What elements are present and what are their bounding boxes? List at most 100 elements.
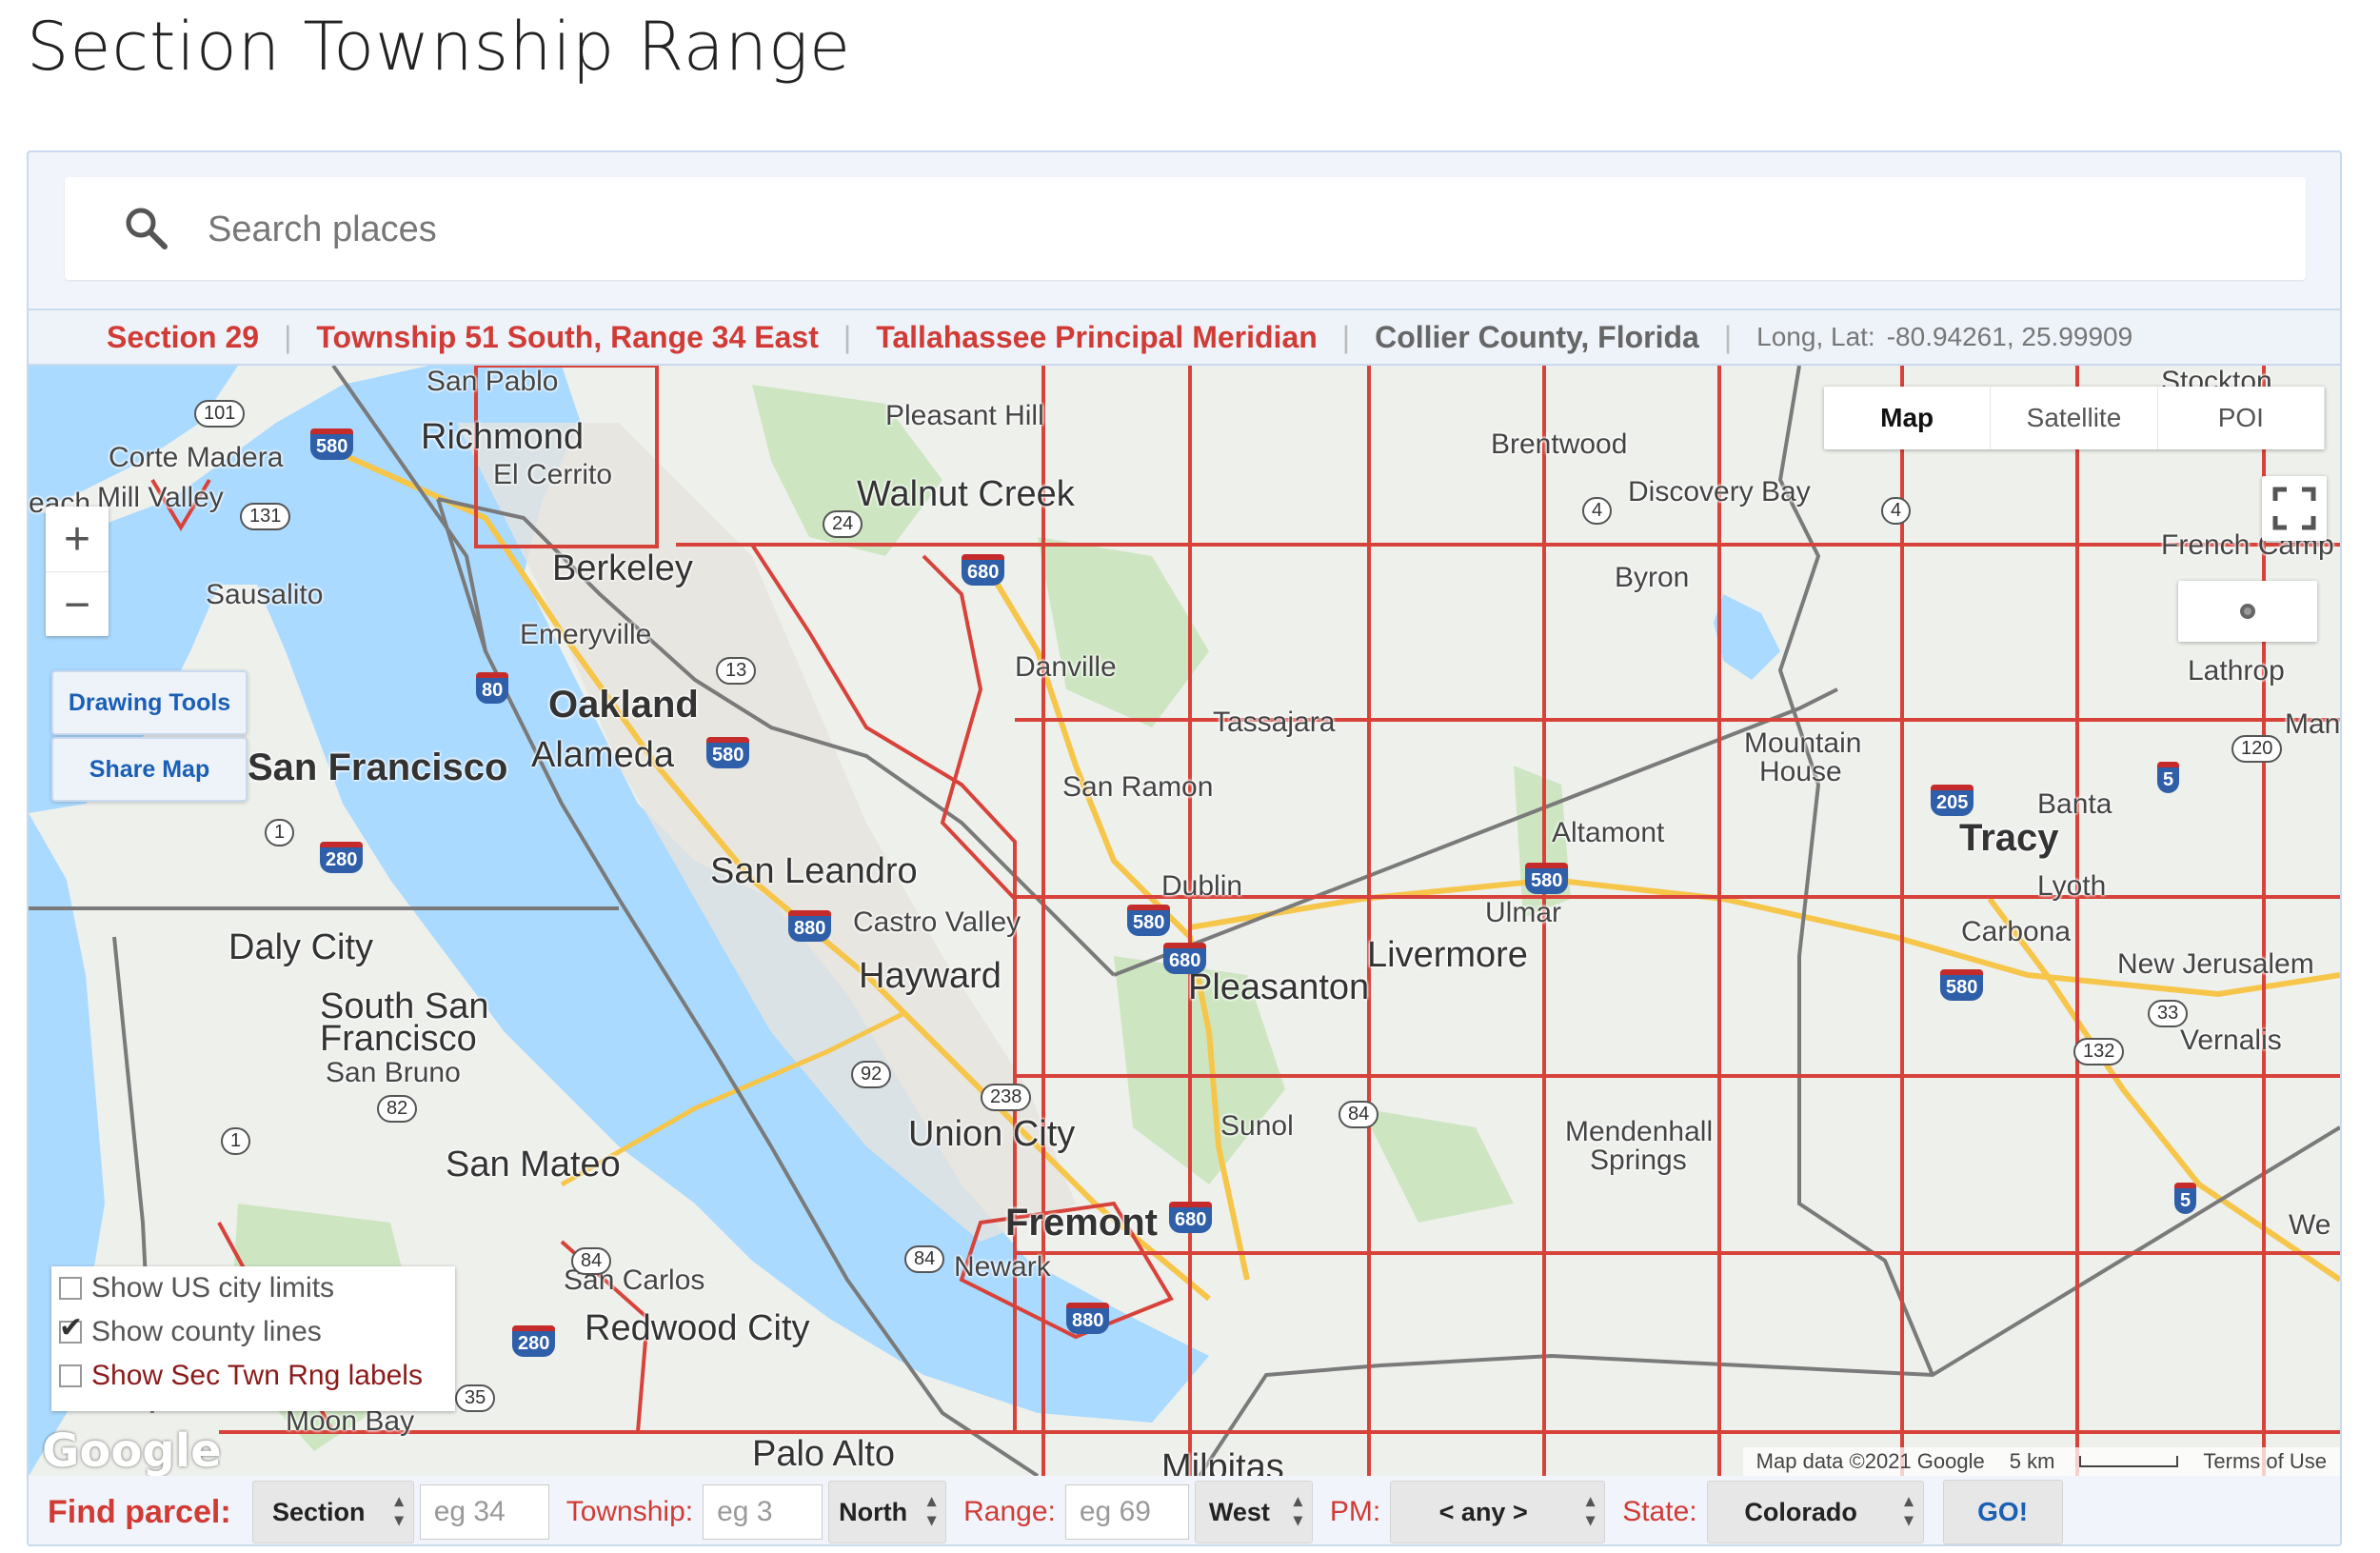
interstate-shield: 580	[1525, 863, 1569, 894]
interstate-shield: 580	[706, 737, 750, 768]
map-panel: Section 29 | Township 51 South, Range 34…	[27, 150, 2342, 1546]
map-type-map-button[interactable]: Map	[1824, 387, 1992, 449]
north-south-select[interactable]: North	[828, 1481, 947, 1543]
route-marker: 33	[2148, 1000, 2189, 1027]
route-marker: 84	[904, 1245, 945, 1273]
interstate-shield: 280	[320, 842, 364, 873]
place-label: Walnut Creek	[857, 474, 1075, 514]
place-label: Francisco	[320, 1019, 477, 1059]
search-box	[65, 177, 2306, 280]
route-marker: 132	[2073, 1038, 2125, 1065]
place-label: Castro Valley	[853, 906, 1021, 938]
route-marker: 4	[1881, 497, 1912, 525]
city-limits-toggle[interactable]: Show US city limits	[51, 1266, 455, 1310]
drawing-tools-button[interactable]: Drawing Tools	[51, 670, 248, 735]
place-label: Lyoth	[2037, 870, 2107, 902]
route-marker: 13	[716, 657, 757, 685]
route-marker: 1	[265, 819, 295, 846]
place-label: Newark	[954, 1251, 1051, 1283]
place-label: Richmond	[421, 417, 585, 457]
route-marker: 24	[823, 510, 863, 538]
fullscreen-icon	[2272, 487, 2316, 530]
go-button[interactable]: GO!	[1942, 1480, 2063, 1544]
place-label: San Leandro	[710, 851, 918, 891]
place-label: San Pablo	[426, 366, 559, 397]
place-label: Danville	[1015, 651, 1117, 683]
search-input[interactable]	[206, 198, 1923, 261]
section-select[interactable]: Section	[251, 1481, 414, 1543]
place-label: Brentwood	[1491, 428, 1628, 460]
interstate-shield: 580	[1940, 969, 1984, 1001]
route-marker: 120	[2231, 735, 2283, 763]
place-label: House	[1759, 756, 1842, 787]
section-input[interactable]: eg 34	[419, 1484, 549, 1540]
share-map-button[interactable]: Share Map	[51, 737, 248, 802]
interstate-shield: 880	[788, 910, 832, 942]
coords-value: -80.94261, 25.99909	[1886, 322, 2133, 351]
fullscreen-button[interactable]	[2262, 476, 2327, 541]
place-label: Fremont	[1005, 1202, 1158, 1244]
route-marker: 35	[455, 1384, 496, 1412]
place-label: Tassajara	[1213, 707, 1336, 738]
state-select[interactable]: Colorado	[1706, 1481, 1924, 1543]
separator: |	[1723, 319, 1733, 354]
place-label: Alameda	[531, 735, 674, 775]
find-parcel-bar: Find parcel: Section eg 34 Township: eg …	[29, 1478, 2340, 1546]
place-label: Milpitas	[1161, 1447, 1284, 1476]
str-labels-toggle[interactable]: Show Sec Twn Rng labels	[51, 1354, 455, 1398]
interstate-shield: 680	[1163, 943, 1207, 974]
map-type-poi-button[interactable]: POI	[2158, 387, 2325, 449]
scale-bar-icon	[2079, 1456, 2179, 1467]
map-type-control: Map Satellite POI	[1824, 387, 2325, 449]
map-type-satellite-button[interactable]: Satellite	[1991, 387, 2158, 449]
place-label: Oakland	[548, 684, 699, 726]
place-label: Byron	[1615, 562, 1690, 593]
route-marker: 82	[377, 1095, 418, 1123]
location-info-bar: Section 29 | Township 51 South, Range 34…	[29, 309, 2340, 366]
checkbox-unchecked[interactable]	[59, 1364, 82, 1387]
county-lines-toggle[interactable]: Show county lines	[51, 1310, 455, 1354]
toggle-label: Show US city limits	[91, 1272, 335, 1304]
route-marker: 84	[1339, 1101, 1379, 1128]
zoom-in-button[interactable]: +	[46, 507, 109, 572]
checkbox-unchecked[interactable]	[59, 1277, 82, 1300]
pm-select[interactable]: < any >	[1390, 1481, 1606, 1543]
place-label: Daly City	[228, 927, 374, 967]
terms-link[interactable]: Terms of Use	[2203, 1449, 2327, 1474]
place-label: Mill Valley	[97, 482, 224, 513]
zoom-out-button[interactable]: −	[46, 572, 109, 637]
route-marker: 4	[1582, 497, 1613, 525]
place-label: Mendenhall	[1565, 1116, 1714, 1147]
place-label: Union City	[908, 1114, 1076, 1154]
place-label: Pleasanton	[1188, 967, 1370, 1007]
state-label: State:	[1622, 1496, 1697, 1527]
place-label: Emeryville	[520, 619, 652, 650]
route-marker: 84	[571, 1247, 612, 1275]
location-dot-icon	[2240, 604, 2255, 619]
range-label: Range:	[963, 1496, 1056, 1527]
east-west-select[interactable]: West	[1194, 1481, 1313, 1543]
place-label: Springs	[1590, 1145, 1687, 1176]
place-label: San Ramon	[1062, 771, 1214, 803]
separator: |	[1341, 319, 1351, 354]
zoom-control: + −	[46, 507, 109, 636]
place-label: Palo Alto	[752, 1434, 895, 1474]
place-label: Banta	[2037, 788, 2112, 820]
county-info: Collier County, Florida	[1375, 319, 1699, 354]
place-label: San Bruno	[326, 1057, 461, 1088]
interstate-shield: 580	[310, 428, 354, 460]
route-marker: 101	[194, 400, 246, 428]
place-label: Corte Madera	[109, 442, 284, 473]
my-location-button[interactable]	[2178, 581, 2317, 642]
interstate-shield: 280	[512, 1325, 556, 1357]
interstate-shield: 205	[1931, 785, 1974, 816]
map-canvas[interactable]: San Pablo Richmond El Cerrito Corte Made…	[29, 366, 2340, 1476]
checkbox-checked[interactable]	[59, 1311, 83, 1344]
map-attribution: Map data ©2021 Google 5 km Terms of Use	[1742, 1447, 2340, 1476]
township-input[interactable]: eg 3	[703, 1484, 823, 1540]
meridian-info: Tallahassee Principal Meridian	[876, 319, 1318, 354]
google-logo: Google	[42, 1424, 222, 1476]
place-label: Hayward	[859, 956, 1002, 996]
place-label: Tracy	[1959, 817, 2059, 859]
range-input[interactable]: eg 69	[1064, 1484, 1189, 1540]
